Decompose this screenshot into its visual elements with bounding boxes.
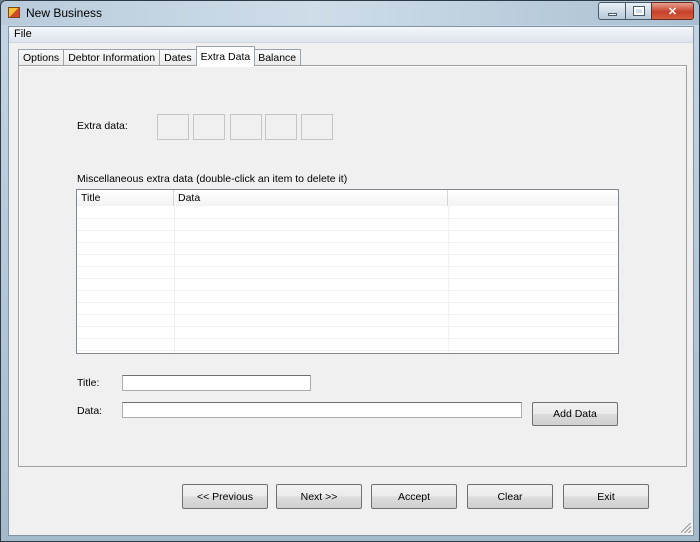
minimize-icon: [607, 12, 617, 16]
data-field-label: Data:: [77, 405, 103, 417]
tab-dates[interactable]: Dates: [159, 49, 196, 66]
previous-button[interactable]: << Previous: [182, 484, 268, 509]
clear-button[interactable]: Clear: [467, 484, 553, 509]
menu-file[interactable]: File: [14, 28, 32, 40]
client-area: File Options Debtor Information Dates Ex…: [8, 26, 694, 536]
list-gridline-row: [77, 314, 618, 315]
misc-data-label: Miscellaneous extra data (double-click a…: [77, 173, 348, 185]
list-gridline-row: [77, 266, 618, 267]
extra-data-box-1[interactable]: [157, 114, 189, 140]
list-gridline-row: [77, 218, 618, 219]
exit-button[interactable]: Exit: [563, 484, 649, 509]
maximize-button[interactable]: [625, 2, 651, 20]
app-icon[interactable]: [8, 7, 20, 18]
title-bar[interactable]: New Business ✕: [1, 1, 699, 25]
extra-data-box-5[interactable]: [301, 114, 333, 140]
list-gridline-row: [77, 290, 618, 291]
close-icon: ✕: [667, 5, 678, 18]
data-input[interactable]: [122, 402, 522, 418]
resize-grip-icon[interactable]: [681, 523, 691, 533]
extra-data-box-3[interactable]: [230, 114, 262, 140]
title-input[interactable]: [122, 375, 311, 391]
list-gridline-row: [77, 302, 618, 303]
list-body[interactable]: [77, 206, 618, 353]
tab-strip: Options Debtor Information Dates Extra D…: [18, 46, 302, 66]
maximize-icon: [632, 6, 645, 16]
accept-button[interactable]: Accept: [371, 484, 457, 509]
list-gridline-col-2: [448, 206, 449, 353]
tab-debtor-information[interactable]: Debtor Information: [63, 49, 160, 66]
list-gridline-row: [77, 278, 618, 279]
list-gridline-row: [77, 254, 618, 255]
caption-buttons: ✕: [598, 2, 694, 20]
column-header-filler: [448, 190, 618, 206]
misc-data-list[interactable]: Title Data: [76, 189, 619, 354]
list-gridline-row: [77, 326, 618, 327]
list-gridline-col-1: [174, 206, 175, 353]
extra-data-label: Extra data:: [77, 120, 128, 132]
list-gridline-row: [77, 338, 618, 339]
next-button[interactable]: Next >>: [276, 484, 362, 509]
add-data-button[interactable]: Add Data: [532, 402, 618, 426]
menu-bar: File: [9, 27, 693, 43]
tab-options[interactable]: Options: [18, 49, 64, 66]
list-gridline-row: [77, 242, 618, 243]
extra-data-panel: Extra data: Miscellaneous extra data (do…: [18, 65, 687, 467]
column-header-data[interactable]: Data: [174, 190, 448, 206]
tab-balance[interactable]: Balance: [254, 49, 302, 66]
list-gridline-row: [77, 350, 618, 351]
window-title: New Business: [26, 6, 103, 20]
tab-extra-data[interactable]: Extra Data: [195, 46, 256, 66]
title-field-label: Title:: [77, 377, 100, 389]
app-window: New Business ✕ File Options Debtor Infor…: [0, 0, 700, 542]
column-header-title[interactable]: Title: [77, 190, 174, 206]
extra-data-box-2[interactable]: [193, 114, 225, 140]
extra-data-box-4[interactable]: [265, 114, 297, 140]
close-button[interactable]: ✕: [651, 2, 694, 20]
list-header: Title Data: [77, 190, 618, 206]
minimize-button[interactable]: [598, 2, 625, 20]
list-gridline-row: [77, 230, 618, 231]
